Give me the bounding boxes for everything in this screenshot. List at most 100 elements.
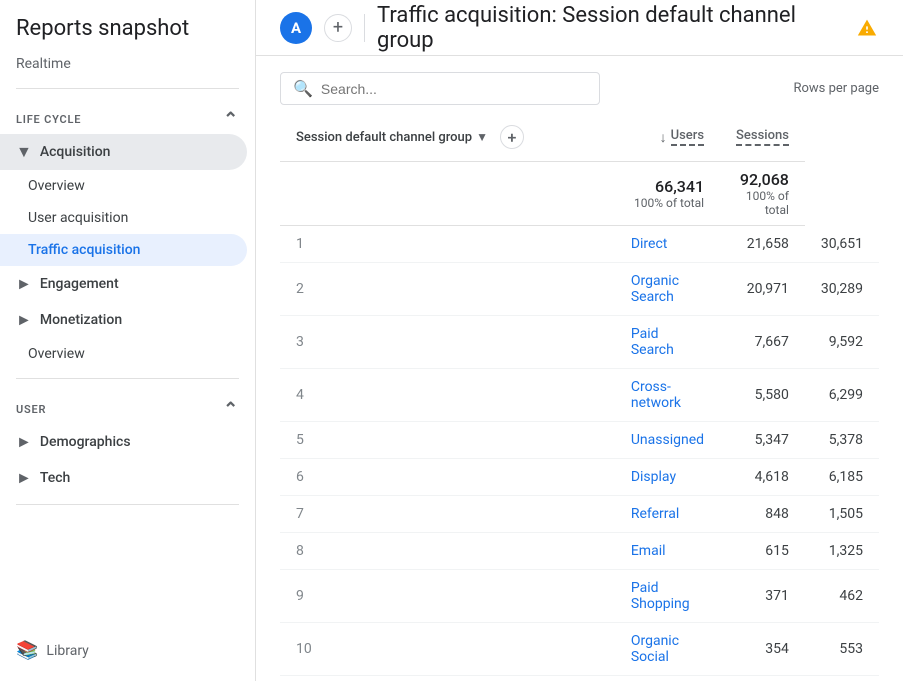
users-value: 21,658 [720, 226, 805, 263]
search-box[interactable]: 🔍 [280, 72, 600, 105]
table-col-header-row: Session default channel group ▼ + ↓ User… [280, 117, 879, 162]
sidebar-item-demographics[interactable]: ► Demographics [0, 424, 247, 460]
acquisition-label: Acquisition [40, 144, 111, 160]
table-body: 1 Direct 21,658 30,651 2 Organic Search … [280, 226, 879, 676]
sessions-value: 6,185 [805, 459, 879, 496]
row-rank: 8 [280, 533, 615, 570]
channel-name[interactable]: Cross-network [615, 369, 720, 422]
sidebar-item-user-acquisition[interactable]: User acquisition [0, 202, 247, 234]
user-section: User ⌃ [0, 387, 255, 424]
user-acquisition-label: User acquisition [28, 210, 128, 226]
channel-name[interactable]: Unassigned [615, 422, 720, 459]
channel-name[interactable]: Organic Search [615, 263, 720, 316]
users-value: 848 [720, 496, 805, 533]
row-rank: 3 [280, 316, 615, 369]
total-sessions-value: 92,068 100% of total [720, 162, 805, 226]
search-input[interactable] [321, 81, 587, 97]
row-rank: 2 [280, 263, 615, 316]
total-sessions-pct: 100% of total [736, 189, 789, 217]
tech-label: Tech [40, 470, 70, 486]
sessions-value: 462 [805, 570, 879, 623]
users-header-label: ↓ Users [631, 128, 704, 146]
total-users-value: 66,341 100% of total [615, 162, 720, 226]
rows-per-page-label[interactable]: Rows per page [793, 81, 879, 96]
row-rank: 1 [280, 226, 615, 263]
sidebar-item-engagement[interactable]: ► Engagement [0, 266, 247, 302]
row-rank: 7 [280, 496, 615, 533]
channel-name[interactable]: Email [615, 533, 720, 570]
sidebar-item-tech[interactable]: ► Tech [0, 460, 247, 496]
sidebar-item-overview[interactable]: Overview [0, 170, 247, 202]
sessions-value: 30,651 [805, 226, 879, 263]
add-metric-button[interactable]: + [500, 125, 524, 149]
divider-1 [16, 88, 239, 89]
users-header: ↓ Users [615, 117, 720, 162]
row-rank: 5 [280, 422, 615, 459]
table-row: 8 Email 615 1,325 [280, 533, 879, 570]
search-icon: 🔍 [293, 79, 313, 98]
sidebar: Reports snapshot Realtime Life cycle ⌃ ▼… [0, 0, 256, 681]
users-value: 5,580 [720, 369, 805, 422]
monetization-label: Monetization [40, 312, 122, 328]
row-rank: 9 [280, 570, 615, 623]
demographics-chevron-icon: ► [16, 432, 32, 452]
table-row: 10 Organic Social 354 553 [280, 623, 879, 676]
monetization-chevron-icon: ► [16, 310, 32, 330]
channel-name[interactable]: Organic Social [615, 623, 720, 676]
demographics-label: Demographics [40, 434, 131, 450]
channel-dropdown-arrow: ▼ [476, 130, 488, 144]
table-row: 7 Referral 848 1,505 [280, 496, 879, 533]
users-col-label: Users [671, 128, 704, 146]
table-row: 4 Cross-network 5,580 6,299 [280, 369, 879, 422]
table-row: 6 Display 4,618 6,185 [280, 459, 879, 496]
users-value: 371 [720, 570, 805, 623]
sessions-header-label: Sessions [736, 128, 789, 146]
lifecycle-overview-label: Overview [28, 346, 85, 362]
row-rank: 6 [280, 459, 615, 496]
lifecycle-section: Life cycle ⌃ [0, 97, 255, 134]
add-button[interactable]: + [324, 14, 352, 42]
sidebar-library[interactable]: 📚 Library [0, 632, 255, 669]
channel-name[interactable]: Display [615, 459, 720, 496]
channel-name[interactable]: Direct [615, 226, 720, 263]
sort-arrow-icon: ↓ [660, 129, 667, 146]
page-title: Traffic acquisition: Session default cha… [377, 3, 843, 53]
channel-name[interactable]: Paid Shopping [615, 570, 720, 623]
table-row: 9 Paid Shopping 371 462 [280, 570, 879, 623]
realtime-label[interactable]: Realtime [0, 50, 255, 80]
acquisition-chevron-icon: ▼ [16, 142, 32, 162]
channel-dropdown[interactable]: Session default channel group ▼ + [296, 125, 599, 149]
table-row: 5 Unassigned 5,347 5,378 [280, 422, 879, 459]
data-table: Session default channel group ▼ + ↓ User… [280, 117, 879, 676]
avatar[interactable]: A [280, 12, 312, 44]
user-chevron[interactable]: ⌃ [223, 399, 239, 420]
library-label: Library [46, 643, 88, 659]
sessions-value: 553 [805, 623, 879, 676]
engagement-chevron-icon: ► [16, 274, 32, 294]
sessions-value: 1,325 [805, 533, 879, 570]
channel-name[interactable]: Referral [615, 496, 720, 533]
lifecycle-chevron[interactable]: ⌃ [223, 109, 239, 130]
sidebar-item-monetization[interactable]: ► Monetization [0, 302, 247, 338]
users-value: 7,667 [720, 316, 805, 369]
reports-snapshot-title: Reports snapshot [16, 16, 239, 42]
summary-row: 66,341 100% of total 92,068 100% of tota… [280, 162, 879, 226]
users-value: 20,971 [720, 263, 805, 316]
channel-name[interactable]: Paid Search [615, 316, 720, 369]
users-value: 4,618 [720, 459, 805, 496]
content-area: 🔍 Rows per page Session default channel … [256, 56, 903, 681]
table-row: 3 Paid Search 7,667 9,592 [280, 316, 879, 369]
table-row: 2 Organic Search 20,971 30,289 [280, 263, 879, 316]
sessions-value: 9,592 [805, 316, 879, 369]
total-users-pct: 100% of total [631, 196, 704, 210]
channel-group-label: Session default channel group [296, 130, 472, 145]
sidebar-item-acquisition[interactable]: ▼ Acquisition [0, 134, 247, 170]
sessions-value: 1,505 [805, 496, 879, 533]
sidebar-item-traffic-acquisition[interactable]: Traffic acquisition [0, 234, 247, 266]
warning-icon [855, 16, 879, 40]
divider-3 [16, 504, 239, 505]
sidebar-item-lifecycle-overview[interactable]: Overview [0, 338, 247, 370]
users-value: 615 [720, 533, 805, 570]
traffic-acquisition-label: Traffic acquisition [28, 242, 140, 258]
divider-2 [16, 378, 239, 379]
